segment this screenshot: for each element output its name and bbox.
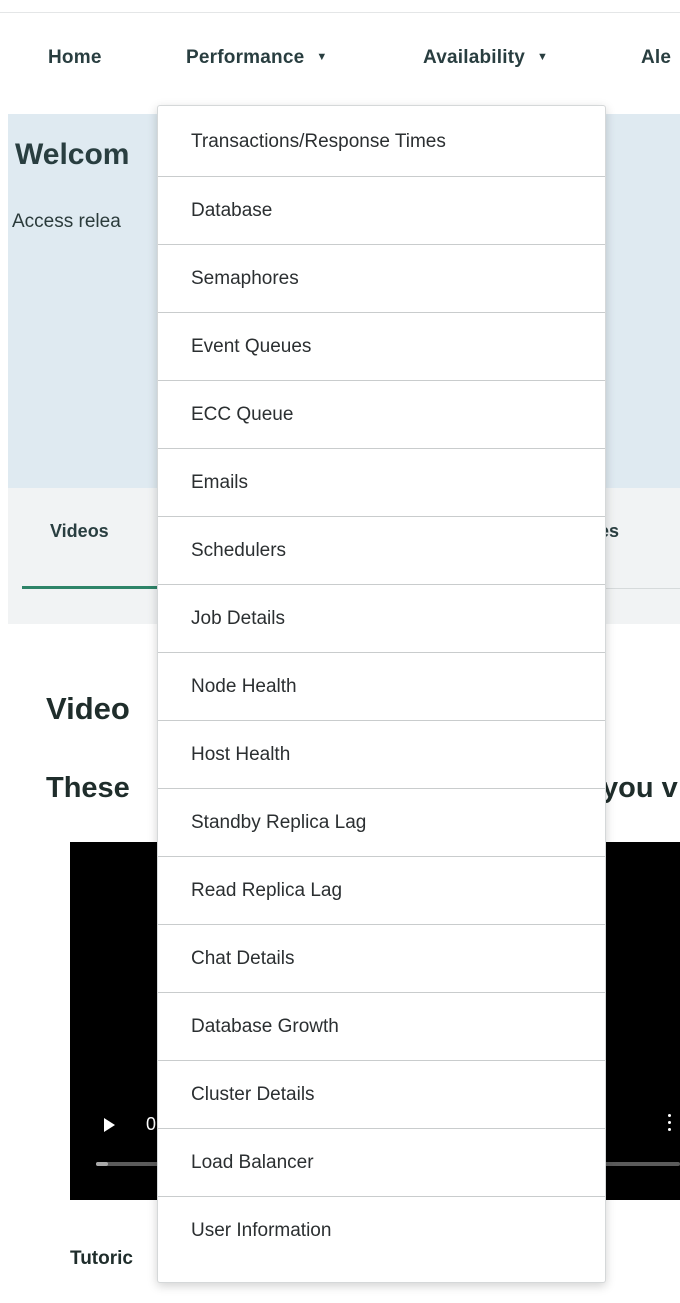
performance-dropdown-menu: Transactions/Response Times Database Semap…	[157, 105, 606, 1283]
menu-item-event-queues[interactable]: Event Queues	[158, 313, 605, 381]
main-navbar: Home Performance ▼ Availability ▼ Ale	[0, 13, 680, 113]
menu-item-standby-replica-lag[interactable]: Standby Replica Lag	[158, 789, 605, 857]
menu-item-emails[interactable]: Emails	[158, 449, 605, 517]
menu-item-host-health[interactable]: Host Health	[158, 721, 605, 789]
nav-performance[interactable]: Performance ▼	[186, 47, 327, 69]
nav-availability-label: Availability	[423, 47, 526, 68]
card-subtitle-end: you v	[602, 772, 678, 804]
menu-item-semaphores[interactable]: Semaphores	[158, 245, 605, 313]
nav-performance-label: Performance	[186, 47, 305, 68]
menu-item-database-growth[interactable]: Database Growth	[158, 993, 605, 1061]
top-rule	[0, 0, 680, 13]
menu-item-job-details[interactable]: Job Details	[158, 585, 605, 653]
card-title: Video	[46, 691, 130, 726]
more-vertical-icon[interactable]	[668, 1114, 671, 1134]
active-tab-indicator	[22, 586, 168, 589]
nav-alerts-label: Ale	[641, 47, 672, 68]
menu-item-cluster-details[interactable]: Cluster Details	[158, 1061, 605, 1129]
menu-item-read-replica-lag[interactable]: Read Replica Lag	[158, 857, 605, 925]
tutorial-label: Tutoric	[70, 1248, 133, 1269]
hero-title: Welcom	[15, 138, 130, 171]
video-time: 0	[146, 1114, 157, 1134]
nav-home-label: Home	[48, 47, 102, 68]
menu-item-node-health[interactable]: Node Health	[158, 653, 605, 721]
menu-item-database[interactable]: Database	[158, 177, 605, 245]
chevron-down-icon: ▼	[316, 51, 328, 63]
menu-item-schedulers[interactable]: Schedulers	[158, 517, 605, 585]
hero-subtitle: Access relea	[12, 211, 121, 232]
tab-videos[interactable]: Videos	[50, 521, 109, 542]
card-subtitle: These	[46, 772, 130, 804]
menu-item-chat-details[interactable]: Chat Details	[158, 925, 605, 993]
nav-home[interactable]: Home	[48, 47, 102, 69]
menu-item-load-balancer[interactable]: Load Balancer	[158, 1129, 605, 1197]
chevron-down-icon: ▼	[537, 51, 549, 63]
menu-item-user-information[interactable]: User Information	[158, 1197, 605, 1265]
nav-alerts[interactable]: Ale	[641, 47, 671, 69]
video-progress-fill	[96, 1162, 108, 1166]
menu-item-transactions-response-times[interactable]: Transactions/Response Times	[158, 106, 605, 177]
menu-item-ecc-queue[interactable]: ECC Queue	[158, 381, 605, 449]
nav-availability[interactable]: Availability ▼	[423, 47, 548, 69]
play-icon[interactable]	[104, 1118, 115, 1132]
